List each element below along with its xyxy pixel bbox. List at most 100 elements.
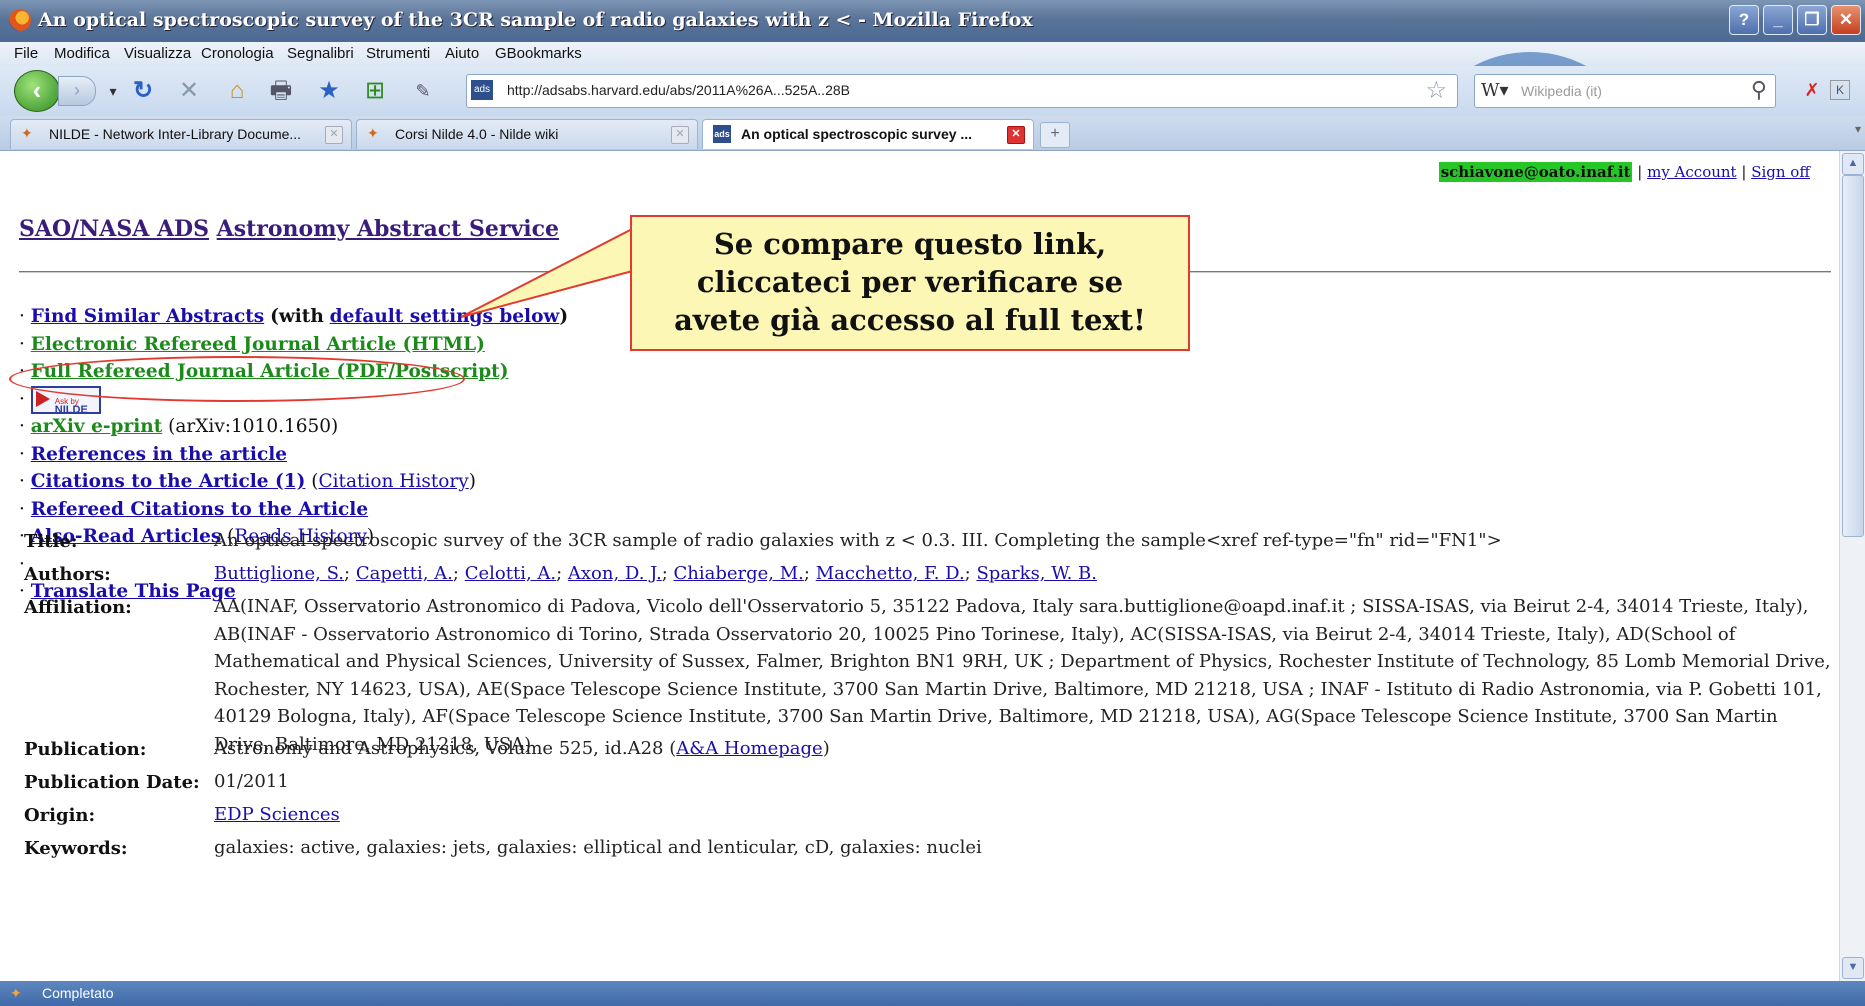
author-link[interactable]: Chiaberge, M. [674,563,804,584]
menu-modifica[interactable]: Modifica [54,45,110,62]
arxiv-eprint-link[interactable]: arXiv e-print [31,416,162,437]
play-icon [35,390,50,407]
menu-gbookmarks[interactable]: GBookmarks [495,45,582,62]
account-bar: schiavone@oato.inaf.it | my Account | Si… [1438,162,1810,182]
find-similar-link[interactable]: Find Similar Abstracts [31,306,264,327]
close-tab-icon[interactable]: ✕ [1007,126,1025,144]
paren: ) [559,306,569,327]
annotation-callout: Se compare questo link, cliccateci per v… [630,215,1190,351]
maximize-button[interactable]: ❐ [1797,5,1827,35]
list-item: · Citations to the Article (1) (Citation… [19,471,476,492]
menu-cronologia[interactable]: Cronologia [201,45,274,62]
author-link[interactable]: Macchetto, F. D. [816,563,965,584]
stop-icon[interactable]: ✕ [174,76,204,106]
astronomy-abstract-service-link[interactable]: Astronomy Abstract Service [217,216,559,242]
navigation-toolbar: ‹ › ▾ ↻ ✕ ⌂ 🖶 ★ ⊞ ✎ ads http://adsabs.ha… [0,66,1865,116]
publication-label: Publication: [24,739,147,760]
menu-visualizza[interactable]: Visualizza [124,45,191,62]
references-link[interactable]: References in the article [31,444,287,465]
close-tab-icon[interactable]: ✕ [325,126,343,144]
tab-label: An optical spectroscopic survey ... [741,126,973,142]
origin-link[interactable]: EDP Sciences [214,804,340,825]
citations-link[interactable]: Citations to the Article (1) [31,471,306,492]
author-link[interactable]: Axon, D. J. [568,563,662,584]
menu-aiuto[interactable]: Aiuto [445,45,479,62]
pubdate-value: 01/2011 [214,771,289,792]
scroll-down-icon[interactable]: ▼ [1842,957,1864,979]
window-titlebar: An optical spectroscopic survey of the 3… [0,0,1865,42]
keywords-value: galaxies: active, galaxies: jets, galaxi… [214,837,982,858]
search-box[interactable]: W▾ Wikipedia (it) ⚲ [1474,74,1776,108]
new-window-icon[interactable]: ⊞ [360,76,390,106]
vertical-scrollbar[interactable]: ▲ ▼ [1839,151,1865,981]
default-settings-link[interactable]: default settings below [330,306,560,327]
ads-header: SAO/NASA ADS Astronomy Abstract Service [19,216,559,242]
addon-icon[interactable]: ✎ [408,76,438,106]
author-link[interactable]: Celotti, A. [465,563,556,584]
status-bar: ✦ Completato [0,981,1865,1006]
history-dropdown-icon[interactable]: ▾ [98,76,128,106]
bullet: · [19,306,25,327]
minimize-button[interactable]: _ [1763,5,1793,35]
extension-k-icon[interactable]: K [1830,80,1850,100]
menu-strumenti[interactable]: Strumenti [366,45,430,62]
reload-icon[interactable]: ↻ [128,76,158,106]
list-item: · Find Similar Abstracts (with default s… [19,303,568,331]
url-bar[interactable]: ads http://adsabs.harvard.edu/abs/2011A%… [466,74,1458,108]
tab-optical-survey[interactable]: ads An optical spectroscopic survey ... … [702,119,1034,149]
scroll-thumb[interactable] [1842,175,1864,537]
menu-file[interactable]: File [14,45,38,62]
author-link[interactable]: Buttiglione, S. [214,563,344,584]
nilde-favicon-icon: ✦ [21,125,33,141]
home-icon[interactable]: ⌂ [222,76,252,106]
tab-corsi-nilde[interactable]: ✦ Corsi Nilde 4.0 - Nilde wiki ✕ [356,119,698,149]
author-link[interactable]: Capetti, A. [356,563,453,584]
menu-segnalibri[interactable]: Segnalibri [287,45,354,62]
pubdate-label: Publication Date: [24,772,200,793]
ads-home-link[interactable]: SAO/NASA ADS [19,216,209,242]
origin-value: EDP Sciences [214,801,1834,829]
title-label: Title: [24,531,78,552]
publication-text: Astronomy and Astrophysics, Volume 525, … [214,738,664,759]
close-tab-icon[interactable]: ✕ [671,126,689,144]
status-icon: ✦ [10,985,22,1001]
citation-history-link[interactable]: Citation History [318,471,468,492]
sign-off-link[interactable]: Sign off [1751,163,1810,181]
callout-line: Se compare questo link, [713,227,1107,261]
forward-button[interactable]: › [58,76,96,106]
user-email: schiavone@oato.inaf.it [1438,162,1633,182]
with-text: (with [270,306,324,327]
new-tab-button[interactable]: + [1040,122,1070,148]
list-item: · References in the article [19,441,568,469]
author-link[interactable]: Sparks, W. B. [976,563,1097,584]
site-favicon: ads [471,80,493,100]
authors-label: Authors: [24,564,111,585]
help-button[interactable]: ? [1729,5,1759,35]
tab-nilde[interactable]: ✦ NILDE - Network Inter-Library Docume..… [10,119,352,149]
scroll-up-icon[interactable]: ▲ [1842,153,1864,175]
back-button[interactable]: ‹ [14,70,60,112]
window-title: An optical spectroscopic survey of the 3… [38,9,1033,31]
bullet: · [19,333,25,355]
nilde-favicon-icon: ✦ [367,125,379,141]
tab-label: Corsi Nilde 4.0 - Nilde wiki [395,126,559,142]
wikipedia-icon[interactable]: W▾ [1481,80,1509,101]
bookmark-star-icon[interactable]: ☆ [1425,76,1447,105]
electronic-article-link[interactable]: Electronic Refereed Journal Article (HTM… [31,334,485,355]
tab-list-icon[interactable]: ▾ [1855,122,1861,136]
separator: | [1637,163,1643,181]
url-text[interactable]: http://adsabs.harvard.edu/abs/2011A%26A.… [507,82,850,98]
refereed-citations-link[interactable]: Refereed Citations to the Article [31,499,368,520]
bookmark-icon[interactable]: ★ [314,76,344,106]
my-account-link[interactable]: my Account [1647,163,1736,181]
bullet: · [19,471,25,492]
addon-red-icon[interactable]: ✗ [1798,76,1826,104]
search-icon[interactable]: ⚲ [1751,77,1767,103]
close-window-button[interactable]: ✕ [1831,5,1861,35]
bullet: · [19,388,25,410]
aa-homepage-link[interactable]: A&A Homepage [676,738,822,759]
callout-line: avete già accesso al full text! [674,303,1146,337]
ads-favicon-icon: ads [713,125,731,143]
print-icon[interactable]: 🖶 [266,76,296,106]
tab-label: NILDE - Network Inter-Library Docume... [49,126,302,142]
